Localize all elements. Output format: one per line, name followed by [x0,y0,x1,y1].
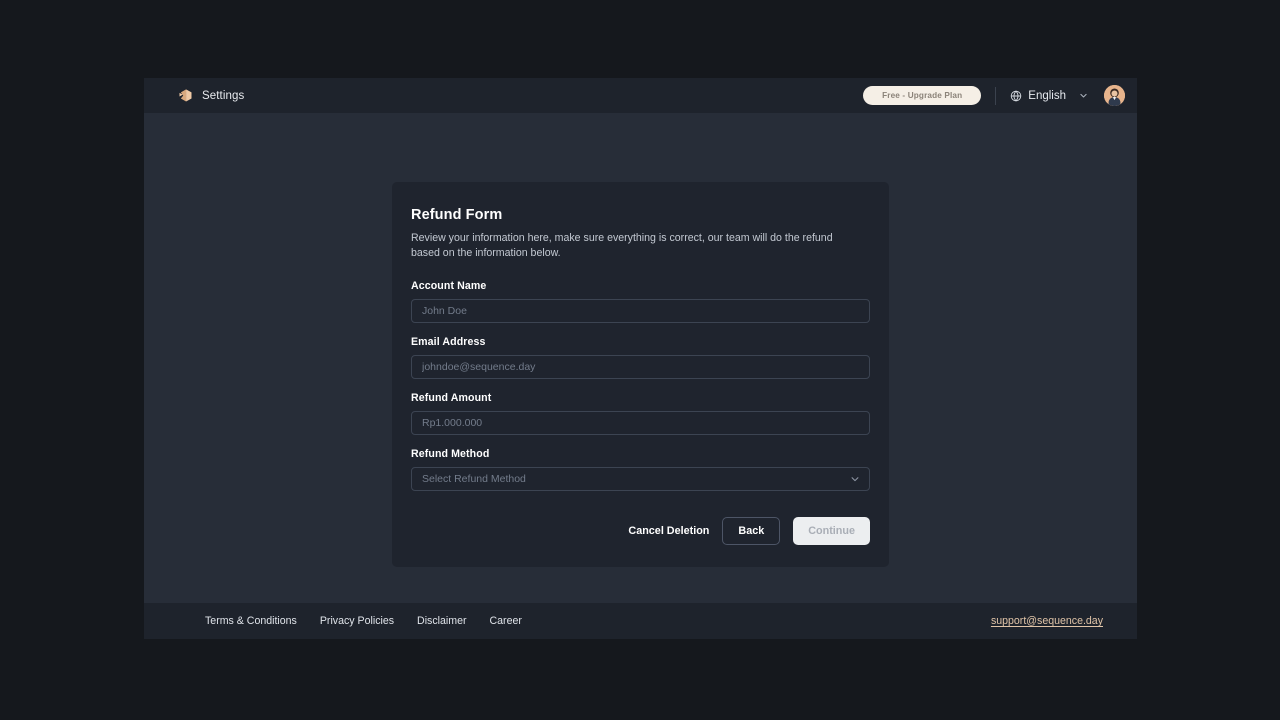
footer: Terms & Conditions Privacy Policies Disc… [144,603,1137,639]
cancel-deletion-button[interactable]: Cancel Deletion [628,525,709,537]
footer-link-career[interactable]: Career [490,615,522,627]
card-subtitle: Review your information here, make sure … [411,232,833,259]
footer-link-terms[interactable]: Terms & Conditions [205,615,297,627]
field-label-refund-method: Refund Method [411,448,490,461]
field-label-email-address: Email Address [411,336,486,349]
footer-link-privacy[interactable]: Privacy Policies [320,615,394,627]
account-name-input[interactable] [411,299,870,324]
field-label-account-name: Account Name [411,280,487,293]
brand: Settings [178,88,244,103]
form-actions: Cancel Deletion Back Continue [411,517,870,546]
email-address-input[interactable] [411,355,870,380]
back-button[interactable]: Back [722,517,781,546]
avatar[interactable] [1104,85,1125,106]
top-bar: Settings Free - Upgrade Plan English [144,78,1137,113]
language-label: English [1028,89,1066,102]
refund-amount-input[interactable] [411,411,870,436]
continue-button[interactable]: Continue [793,517,870,546]
field-email-address: Email Address [411,336,870,380]
support-email-link[interactable]: support@sequence.day [991,615,1103,627]
footer-links: Terms & Conditions Privacy Policies Disc… [205,615,522,627]
refund-form-card: Refund Form Review your information here… [392,182,889,568]
globe-icon [1010,90,1022,102]
page-title: Settings [202,89,245,102]
top-bar-right: Free - Upgrade Plan English [863,85,1125,106]
app-window: Settings Free - Upgrade Plan English Ref… [144,78,1137,639]
main-canvas: Refund Form Review your information here… [144,113,1137,603]
field-account-name: Account Name [411,280,870,324]
field-label-refund-amount: Refund Amount [411,392,492,405]
language-selector[interactable]: English [1010,90,1088,102]
field-refund-amount: Refund Amount [411,392,870,436]
upgrade-plan-badge[interactable]: Free - Upgrade Plan [863,86,982,105]
card-title: Refund Form [411,207,503,223]
field-refund-method: Refund Method [411,448,870,492]
vertical-divider [995,86,997,105]
sequence-logo-icon [178,88,193,103]
footer-link-disclaimer[interactable]: Disclaimer [417,615,466,627]
refund-method-select[interactable] [411,467,870,492]
chevron-down-icon [1072,91,1088,100]
refund-method-select-wrap [411,467,870,492]
